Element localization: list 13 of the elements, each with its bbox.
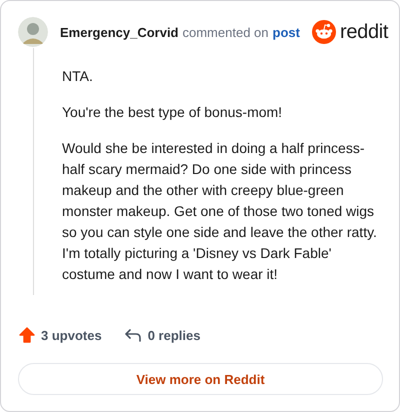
- post-link[interactable]: post: [272, 24, 300, 40]
- reddit-logo-icon: [312, 20, 336, 44]
- reply-icon[interactable]: [124, 327, 142, 343]
- reply-count: 0 replies: [148, 328, 200, 342]
- view-more-button[interactable]: View more on Reddit: [18, 363, 383, 395]
- comment-paragraph: You're the best type of bonus-mom!: [62, 103, 284, 122]
- comment-paragraph: NTA.: [62, 67, 94, 86]
- author-name[interactable]: Emergency_Corvid: [60, 24, 178, 40]
- upvote-icon[interactable]: [19, 327, 35, 343]
- brand-name: reddit: [340, 20, 388, 44]
- action-text: commented on: [182, 24, 268, 40]
- comment-paragraph: Would she be interested in doing a half princess-half scary mermaid? Do one side with princess makeup and the other with creepy blue-green monster makeup. Get one of those two toned wigs so you can style one side and leave the other ratty. I'm totally picturing a 'Disney vs Dark Fable' costume and now I want to wear it!: [62, 139, 378, 284]
- upvote-count: 3 upvotes: [41, 328, 102, 342]
